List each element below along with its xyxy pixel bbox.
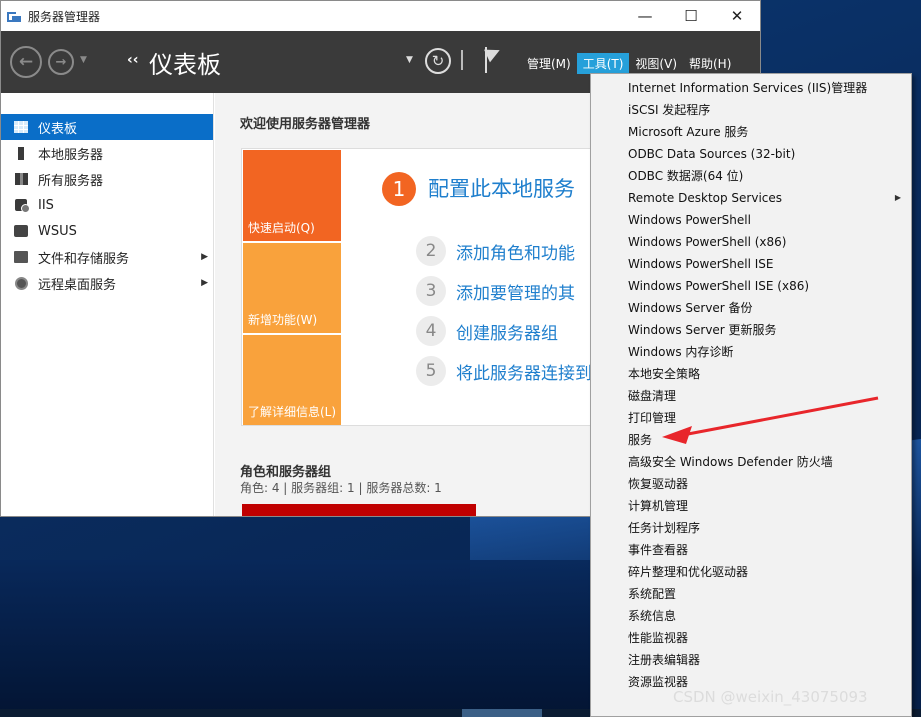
tools-menu-item[interactable]: Windows PowerShell ISE (x86) <box>628 275 809 297</box>
tools-menu-item[interactable]: 任务计划程序 <box>628 517 700 539</box>
tools-menu-item[interactable]: Internet Information Services (IIS)管理器 <box>628 77 867 99</box>
tools-menu-item[interactable]: 系统配置 <box>628 583 676 605</box>
tools-menu-item[interactable]: Windows PowerShell ISE <box>628 253 774 275</box>
step-link-configure[interactable]: 配置此本地服务 <box>428 173 575 203</box>
tools-menu-item[interactable]: 高级安全 Windows Defender 防火墙 <box>628 451 833 473</box>
tools-menu-item[interactable]: 事件查看器 <box>628 539 688 561</box>
sidebar: 仪表板 本地服务器 所有服务器 IIS WSUS 文件和存储服务 ▶ 远程桌面服… <box>1 93 214 516</box>
sidebar-item-file-storage[interactable]: 文件和存储服务 ▶ <box>1 244 213 270</box>
step-number: 4 <box>416 316 446 346</box>
sidebar-item-local-server[interactable]: 本地服务器 <box>1 140 213 166</box>
tools-menu-item[interactable]: 碎片整理和优化驱动器 <box>628 561 748 583</box>
expand-arrow-icon[interactable]: ▶ <box>201 278 208 288</box>
close-button[interactable]: ✕ <box>714 1 760 31</box>
tools-menu-item[interactable]: 注册表编辑器 <box>628 649 700 671</box>
tools-menu-item[interactable]: Windows PowerShell <box>628 209 751 231</box>
wsus-icon <box>13 224 29 238</box>
tile-label: 了解详细信息(L) <box>248 405 337 419</box>
back-button[interactable]: ← <box>10 46 42 78</box>
roles-summary: 角色: 4 | 服务器组: 1 | 服务器总数: 1 <box>240 481 442 495</box>
taskbar-button[interactable] <box>462 709 542 717</box>
notifications-flag-icon[interactable] <box>482 43 504 73</box>
tile-quick-start[interactable]: 快速启动(Q) <box>243 150 341 241</box>
sidebar-item-remote-desktop[interactable]: 远程桌面服务 ▶ <box>1 270 213 296</box>
menu-bar: 管理(M) 工具(T) 视图(V) 帮助(H) <box>521 53 737 74</box>
breadcrumb: 仪表板 <box>149 51 221 79</box>
server-icon <box>13 146 29 160</box>
breadcrumb-arrows-icon: ‹‹ <box>127 52 139 68</box>
server-manager-icon <box>7 10 21 23</box>
tools-menu-item[interactable]: Windows 内存诊断 <box>628 341 733 363</box>
tools-menu-item[interactable]: 服务 <box>628 429 652 451</box>
annotation-arrow-icon <box>662 396 879 444</box>
sidebar-item-label: 本地服务器 <box>38 147 104 163</box>
tools-menu-item[interactable]: Windows Server 备份 <box>628 297 753 319</box>
sidebar-item-label: 文件和存储服务 <box>38 251 130 267</box>
title-bar: 服务器管理器 — ☐ ✕ <box>1 1 760 31</box>
step-link-add-roles[interactable]: 添加角色和功能 <box>456 239 575 264</box>
minimize-button[interactable]: — <box>622 1 668 31</box>
tools-menu-item[interactable]: 系统信息 <box>628 605 676 627</box>
sidebar-item-wsus[interactable]: WSUS <box>1 218 213 244</box>
sidebar-item-label: WSUS <box>38 223 77 239</box>
step-link-connect-cloud[interactable]: 将此服务器连接到 <box>456 359 592 384</box>
tools-menu-item[interactable]: Microsoft Azure 服务 <box>628 121 748 143</box>
tools-menu-item[interactable]: Windows PowerShell (x86) <box>628 231 786 253</box>
step-number: 3 <box>416 276 446 306</box>
role-card[interactable] <box>242 504 476 516</box>
sidebar-item-iis[interactable]: IIS <box>1 192 213 218</box>
remote-desktop-icon <box>13 276 29 290</box>
tools-menu-item[interactable]: 本地安全策略 <box>628 363 700 385</box>
tools-menu-item[interactable]: Windows Server 更新服务 <box>628 319 777 341</box>
menu-help[interactable]: 帮助(H) <box>683 53 737 74</box>
sidebar-item-label: IIS <box>38 197 54 213</box>
dashboard-icon <box>13 120 29 134</box>
sidebar-item-label: 远程桌面服务 <box>38 277 117 293</box>
tile-label: 新增功能(W) <box>248 313 318 327</box>
tools-menu-item[interactable]: iSCSI 发起程序 <box>628 99 710 121</box>
tools-menu-item[interactable]: 计算机管理 <box>628 495 688 517</box>
tools-menu-item[interactable]: ODBC Data Sources (32-bit) <box>628 143 795 165</box>
tile-learn-more[interactable]: 了解详细信息(L) <box>243 335 341 425</box>
tile-label: 快速启动(Q) <box>248 221 315 235</box>
step-link-create-group[interactable]: 创建服务器组 <box>456 319 558 344</box>
tools-menu-item[interactable]: 性能监视器 <box>628 627 688 649</box>
roles-title: 角色和服务器组 <box>240 465 332 480</box>
menu-manage[interactable]: 管理(M) <box>521 53 577 74</box>
step-number: 2 <box>416 236 446 266</box>
sidebar-item-label: 仪表板 <box>38 121 78 137</box>
step-number: 1 <box>382 172 416 206</box>
iis-icon <box>13 198 30 213</box>
step-number: 5 <box>416 356 446 386</box>
tools-menu-item[interactable]: Remote Desktop Services <box>628 187 782 209</box>
tile-whats-new[interactable]: 新增功能(W) <box>243 243 341 333</box>
sidebar-item-all-servers[interactable]: 所有服务器 <box>1 166 213 192</box>
breadcrumb-dropdown-icon[interactable]: ▼ <box>406 55 413 65</box>
refresh-button[interactable]: ↻ <box>425 48 451 74</box>
servers-icon <box>13 172 29 186</box>
maximize-button[interactable]: ☐ <box>668 1 714 31</box>
sidebar-item-dashboard[interactable]: 仪表板 <box>1 114 213 140</box>
tools-menu-item[interactable]: ODBC 数据源(64 位) <box>628 165 743 187</box>
toolbar-separator <box>461 50 463 70</box>
sidebar-item-label: 所有服务器 <box>38 173 104 189</box>
history-dropdown-icon[interactable]: ▼ <box>80 55 87 65</box>
step-link-add-servers[interactable]: 添加要管理的其 <box>456 279 575 304</box>
menu-tools[interactable]: 工具(T) <box>576 53 630 74</box>
menu-view[interactable]: 视图(V) <box>629 53 683 74</box>
desktop-shadow <box>0 560 600 717</box>
tools-menu-item[interactable]: 恢复驱动器 <box>628 473 688 495</box>
welcome-heading: 欢迎使用服务器管理器 <box>240 117 371 132</box>
submenu-arrow-icon: ▶ <box>894 193 901 202</box>
file-storage-icon <box>13 250 29 264</box>
window-title: 服务器管理器 <box>28 9 101 24</box>
watermark: CSDN @weixin_43075093 <box>673 688 868 706</box>
expand-arrow-icon[interactable]: ▶ <box>201 252 208 262</box>
forward-button[interactable]: → <box>48 49 74 75</box>
